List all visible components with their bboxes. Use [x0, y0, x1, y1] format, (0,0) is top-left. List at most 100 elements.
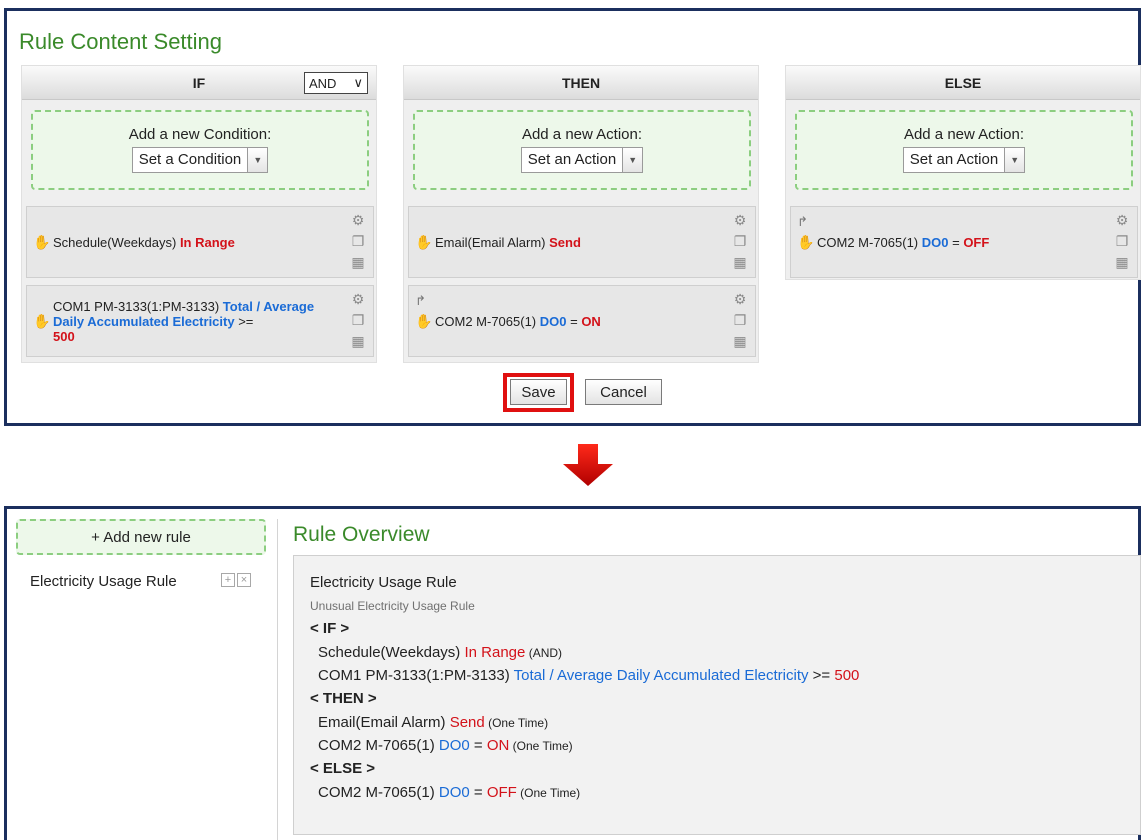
condition-item[interactable]: ✋ COM1 PM-3133(1:PM-3133) Total / Averag… — [26, 285, 374, 357]
then-header-label: THEN — [561, 74, 601, 91]
condition-text: COM1 PM-3133(1:PM-3133) Total / Average … — [53, 286, 339, 356]
overview-field: DO0 — [438, 784, 470, 801]
overview-else-line: COM2 M-7065(1) DO0 = OFF (One Time) — [318, 784, 580, 801]
overview-value: OFF — [486, 784, 517, 801]
overview-value: Send — [449, 714, 485, 731]
copy-icon[interactable]: ❐ — [352, 311, 365, 329]
action-operator: = — [948, 234, 964, 250]
then-header: THEN — [404, 66, 758, 100]
expand-icon[interactable]: + — [221, 573, 235, 587]
set-condition-select[interactable]: Set a Condition ▼ — [131, 147, 269, 173]
gear-icon[interactable]: ⚙ — [734, 290, 747, 308]
drag-hand-icon[interactable]: ✋ — [33, 234, 50, 251]
overview-suffix: (One Time) — [484, 716, 549, 730]
down-arrow-icon — [563, 444, 613, 486]
item-tools: ⚙ ❐ ▦ — [731, 290, 749, 350]
dropdown-arrow-icon: ▼ — [622, 148, 643, 172]
overview-suffix: (One Time) — [509, 739, 573, 753]
item-tools: ⚙ ❐ ▦ — [1113, 211, 1131, 271]
set-else-action-value: Set an Action — [909, 151, 999, 168]
action-text: Email(Email Alarm) Send — [435, 207, 721, 277]
action-field: DO0 — [539, 313, 567, 329]
gear-icon[interactable]: ⚙ — [352, 211, 365, 229]
overview-title: Rule Overview — [293, 523, 430, 546]
set-action-select[interactable]: Set an Action ▼ — [520, 147, 644, 173]
add-new-rule-button[interactable]: + Add new rule — [16, 519, 266, 555]
rule-list-item[interactable]: Electricity Usage Rule — [30, 573, 177, 590]
set-else-action-select[interactable]: Set an Action ▼ — [902, 147, 1026, 173]
rule-list-panel: + Add new rule Electricity Usage Rule + … — [4, 506, 1141, 840]
close-icon[interactable]: × — [237, 573, 251, 587]
cancel-button[interactable]: Cancel — [585, 379, 662, 405]
overview-if-heading: < IF > — [310, 620, 350, 637]
overview-value: In Range — [464, 644, 526, 661]
drag-hand-icon[interactable]: ✋ — [797, 234, 814, 251]
logic-operator-select[interactable]: AND ∨ — [304, 72, 368, 94]
overview-then-line: COM2 M-7065(1) DO0 = ON (One Time) — [318, 737, 573, 754]
overview-description: Unusual Electricity Usage Rule — [310, 599, 475, 613]
delete-icon[interactable]: ▦ — [351, 253, 364, 271]
rule-content-setting-panel: Rule Content Setting IF AND ∨ Add a new … — [4, 8, 1141, 426]
overview-device: Email(Email Alarm) — [318, 714, 450, 731]
else-header: ELSE — [786, 66, 1140, 100]
copy-icon[interactable]: ❐ — [352, 232, 365, 250]
overview-device: Schedule(Weekdays) — [318, 644, 465, 661]
overview-then-heading: < THEN > — [310, 690, 377, 707]
overview-operator: = — [469, 784, 487, 801]
chevron-down-icon: ∨ — [353, 75, 363, 90]
drag-hand-icon[interactable]: ✋ — [415, 313, 432, 330]
overview-device: COM1 PM-3133(1:PM-3133) — [318, 667, 514, 684]
delete-icon[interactable]: ▦ — [351, 332, 364, 350]
overview-value: ON — [486, 737, 510, 754]
condition-value: 500 — [53, 328, 75, 344]
add-action-box: Add a new Action: Set an Action ▼ — [413, 110, 751, 190]
copy-icon[interactable]: ❐ — [1116, 232, 1129, 250]
condition-value: In Range — [179, 234, 235, 250]
overview-device: COM2 M-7065(1) — [318, 784, 439, 801]
drag-hand-icon[interactable]: ✋ — [33, 313, 50, 330]
action-device: COM2 M-7065(1) — [435, 313, 540, 329]
action-text: COM2 M-7065(1) DO0 = ON — [435, 286, 721, 356]
drag-hand-icon[interactable]: ✋ — [415, 234, 432, 251]
overview-box: Electricity Usage Rule Unusual Electrici… — [293, 555, 1141, 835]
add-condition-box: Add a new Condition: Set a Condition ▼ — [31, 110, 369, 190]
overview-suffix: (AND) — [525, 646, 563, 660]
delete-icon[interactable]: ▦ — [733, 253, 746, 271]
overview-operator: = — [469, 737, 487, 754]
if-header-label: IF — [192, 74, 206, 91]
action-operator: = — [566, 313, 582, 329]
delete-icon[interactable]: ▦ — [1115, 253, 1128, 271]
condition-device: Schedule(Weekdays) — [53, 234, 180, 250]
gear-icon[interactable]: ⚙ — [352, 290, 365, 308]
rule-actions: + × — [221, 573, 251, 587]
overview-else-heading: < ELSE > — [310, 760, 376, 777]
action-field: DO0 — [921, 234, 949, 250]
overview-if-line: COM1 PM-3133(1:PM-3133) Total / Average … — [318, 667, 859, 684]
save-button[interactable]: Save — [510, 379, 567, 405]
sidebar-divider — [277, 519, 278, 840]
copy-icon[interactable]: ❐ — [734, 311, 747, 329]
delete-icon[interactable]: ▦ — [733, 332, 746, 350]
action-item[interactable]: ✋ Email(Email Alarm) Send ⚙ ❐ ▦ — [408, 206, 756, 278]
else-action-item[interactable]: ↱ ✋ COM2 M-7065(1) DO0 = OFF ⚙ ❐ ▦ — [790, 206, 1138, 278]
overview-if-line: Schedule(Weekdays) In Range (AND) — [318, 644, 562, 661]
else-action-text: COM2 M-7065(1) DO0 = OFF — [817, 207, 1103, 277]
if-header: IF AND ∨ — [22, 66, 376, 100]
dropdown-arrow-icon: ▼ — [1004, 148, 1025, 172]
action-device: Email(Email Alarm) — [435, 234, 550, 250]
else-header-label: ELSE — [944, 74, 982, 91]
overview-rule-name: Electricity Usage Rule — [310, 574, 457, 591]
overview-device: COM2 M-7065(1) — [318, 737, 439, 754]
add-else-action-label: Add a new Action: — [903, 126, 1025, 143]
overview-operator: >= — [808, 667, 835, 684]
copy-icon[interactable]: ❐ — [734, 232, 747, 250]
action-device: COM2 M-7065(1) — [817, 234, 922, 250]
jump-arrow-icon: ↱ — [797, 214, 808, 229]
gear-icon[interactable]: ⚙ — [1116, 211, 1129, 229]
condition-operator: >= — [234, 313, 254, 329]
action-value: Send — [549, 234, 581, 250]
condition-item[interactable]: ✋ Schedule(Weekdays) In Range ⚙ ❐ ▦ — [26, 206, 374, 278]
action-item[interactable]: ↱ ✋ COM2 M-7065(1) DO0 = ON ⚙ ❐ ▦ — [408, 285, 756, 357]
condition-device: COM1 PM-3133(1:PM-3133) — [53, 298, 223, 314]
gear-icon[interactable]: ⚙ — [734, 211, 747, 229]
